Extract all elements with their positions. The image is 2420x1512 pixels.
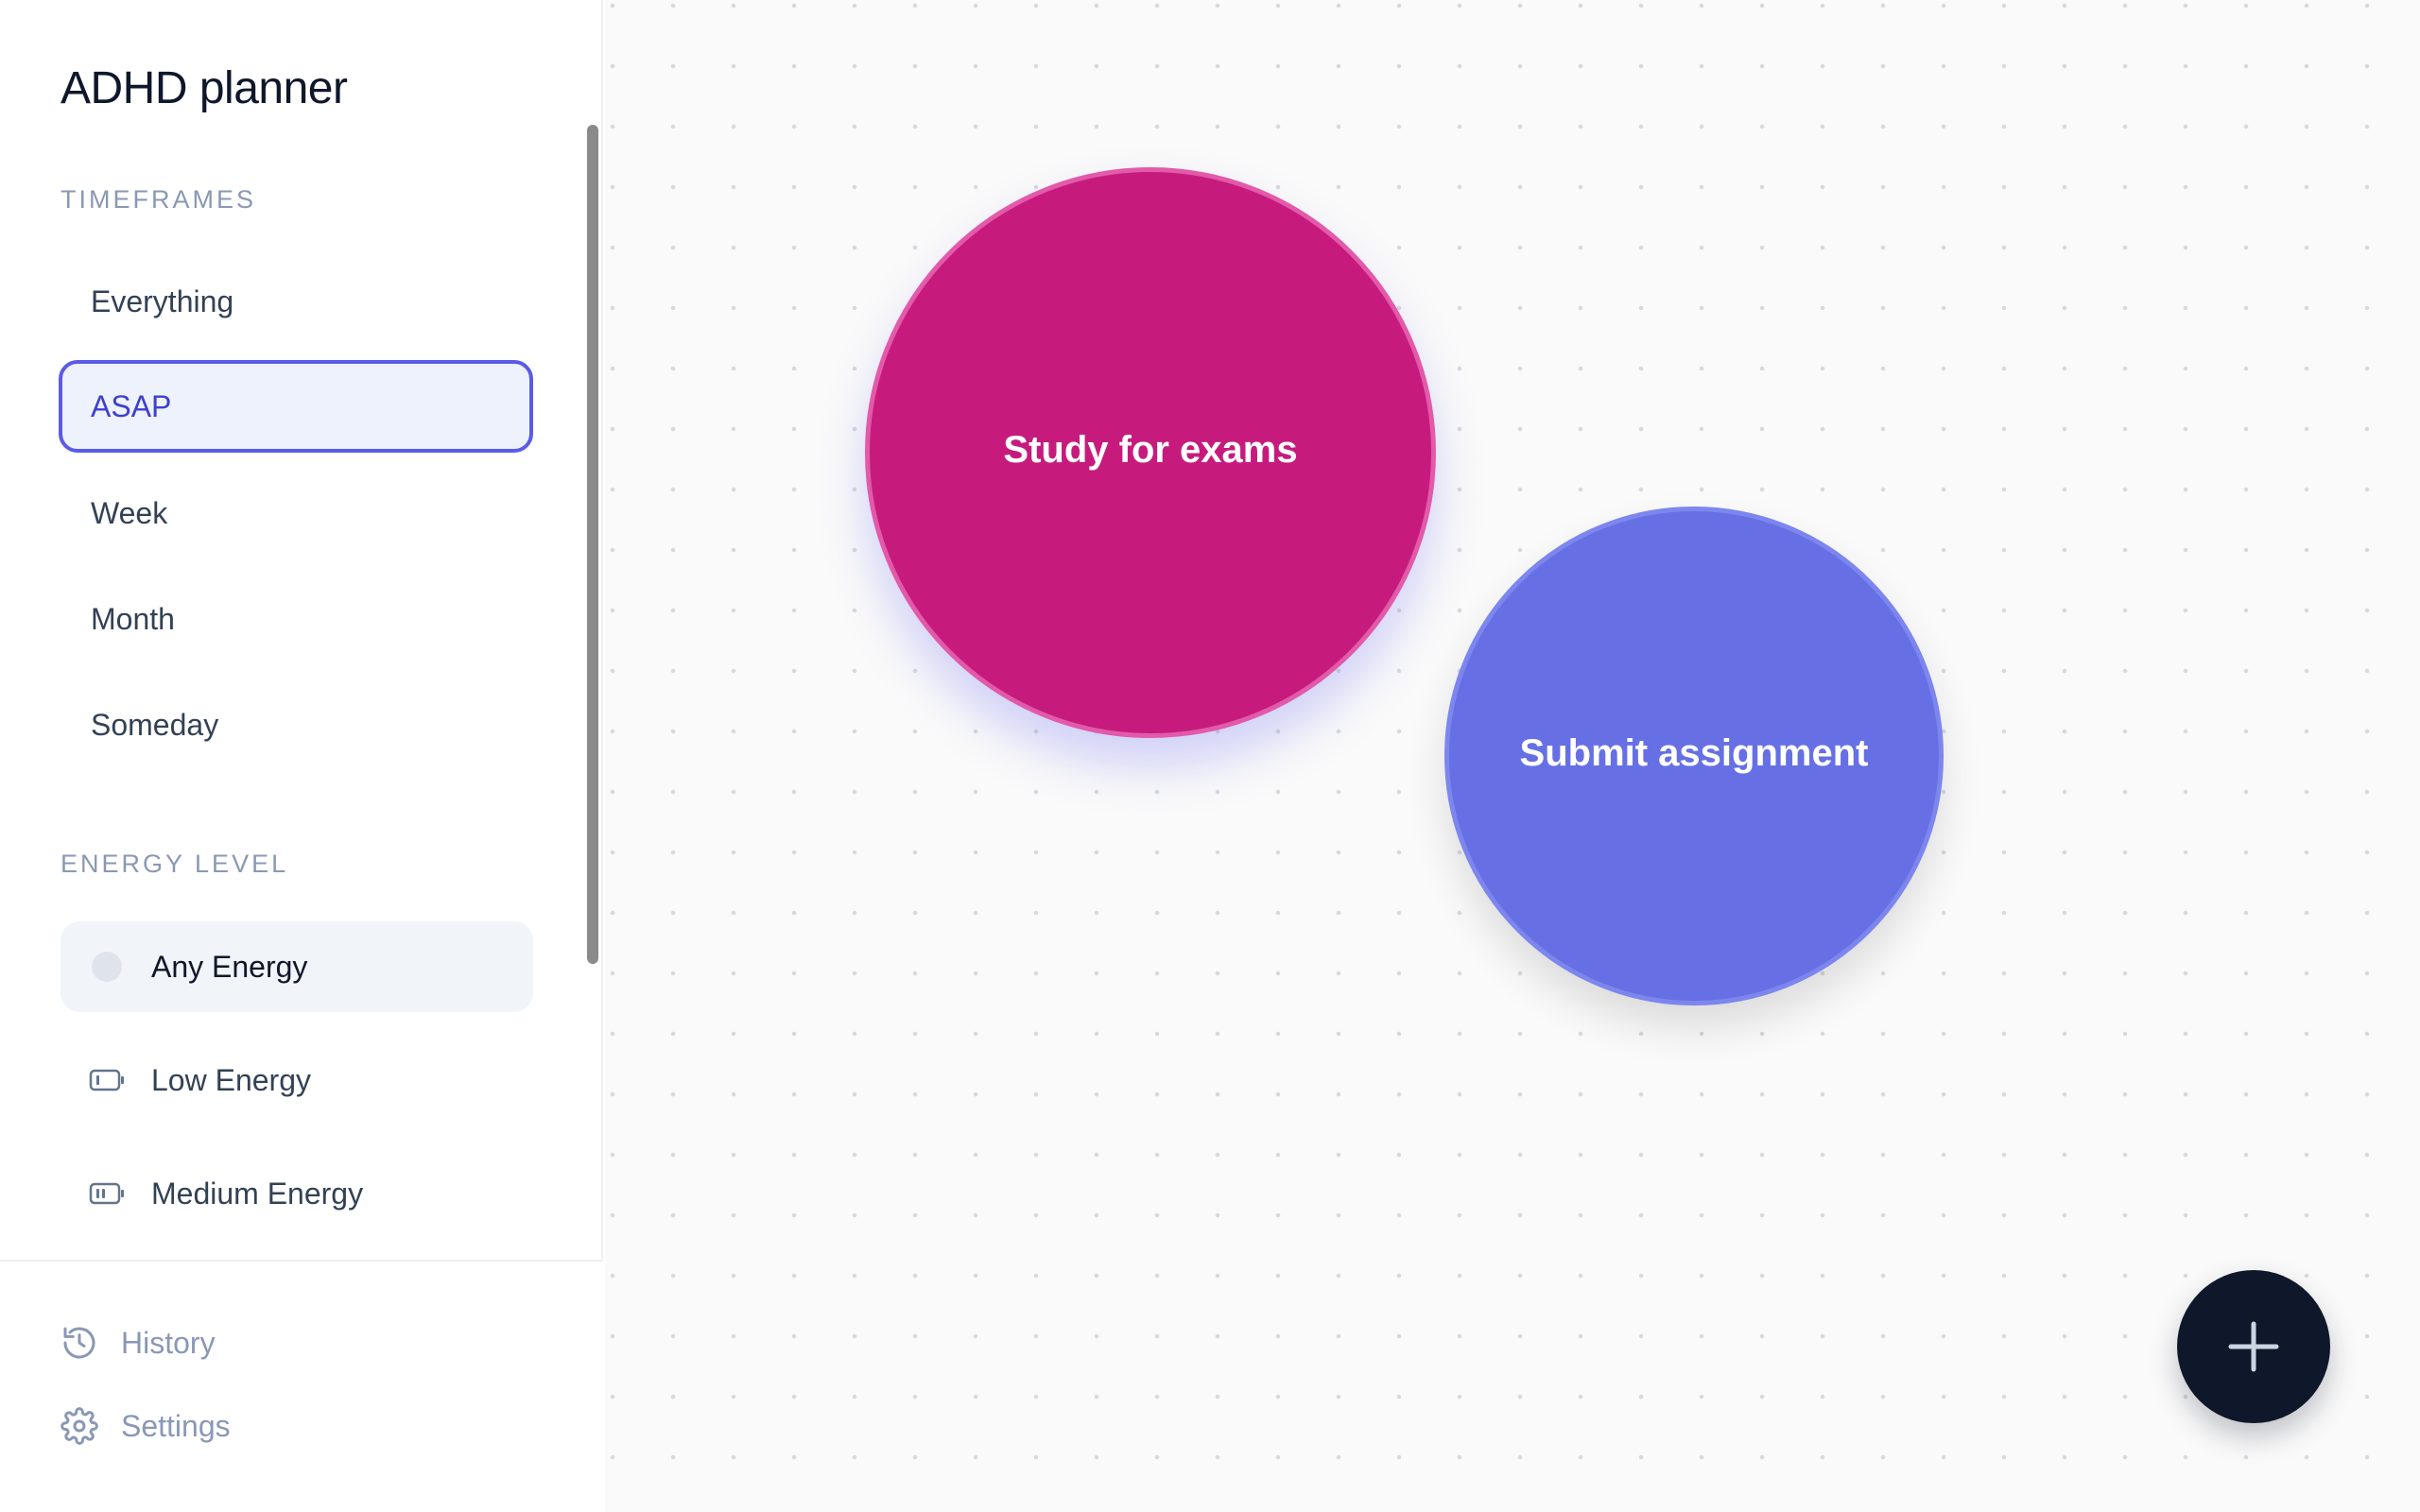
gear-icon [60,1407,98,1445]
task-canvas[interactable]: Study for exams Submit assignment [605,0,2420,1512]
timeframe-everything[interactable]: Everything [59,255,533,348]
battery-medium-icon [89,1176,125,1211]
history-icon [63,1327,95,1359]
timeframe-label: Someday [91,707,219,742]
energy-low[interactable]: Low Energy [60,1035,533,1125]
timeframe-label: Week [91,495,168,530]
sidebar-scrollbar[interactable] [587,125,598,964]
sidebar: ADHD planner TIMEFRAMES Everything ASAP … [0,0,603,1512]
dot-icon [89,949,125,985]
plus-icon [2228,1321,2279,1372]
app-title: ADHD planner [60,62,348,114]
battery-low-icon [89,1062,125,1098]
timeframe-month[interactable]: Month [59,573,533,665]
task-label: Study for exams [1003,428,1298,471]
energy-heading: ENERGY LEVEL [60,850,289,878]
history-link[interactable]: History [60,1324,216,1362]
energy-label: Low Energy [151,1062,311,1097]
timeframe-someday[interactable]: Someday [59,679,533,771]
timeframe-label: ASAP [91,388,172,423]
task-bubble-study[interactable]: Study for exams [865,167,1436,738]
app-title-light: ADHD [60,63,188,113]
energy-medium[interactable]: Medium Energy [60,1148,533,1239]
add-task-button[interactable] [2177,1270,2330,1423]
timeframe-week[interactable]: Week [59,467,533,559]
task-bubble-submit[interactable]: Submit assignment [1444,507,1944,1005]
settings-label: Settings [121,1408,231,1443]
timeframe-label: Month [91,601,175,636]
sidebar-footer: History Settings [0,1260,603,1512]
energy-any[interactable]: Any Energy [60,921,533,1012]
app-title-bold: planner [199,63,348,113]
task-label: Submit assignment [1519,731,1869,774]
history-label: History [121,1325,216,1360]
timeframe-label: Everything [91,284,234,318]
settings-link[interactable]: Settings [60,1407,231,1445]
timeframes-heading: TIMEFRAMES [60,185,257,214]
timeframe-asap[interactable]: ASAP [59,360,533,453]
energy-label: Any Energy [151,949,308,984]
energy-label: Medium Energy [151,1176,364,1211]
